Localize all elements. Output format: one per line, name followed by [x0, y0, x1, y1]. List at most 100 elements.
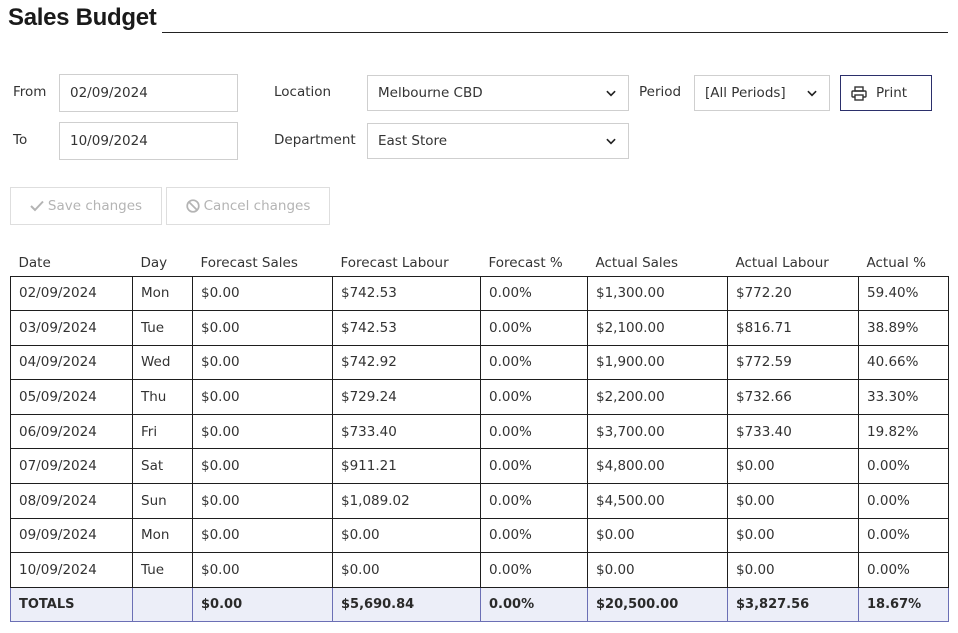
- column-header-actual-sales: Actual Sales: [595, 254, 679, 271]
- totals-actual-pct: 18.67%: [858, 586, 949, 623]
- cell-actual-labour: $733.40: [727, 413, 859, 450]
- cell-forecast-sales[interactable]: $0.00: [192, 413, 333, 450]
- cell-date: 06/09/2024: [10, 413, 133, 450]
- cell-forecast-labour: $742.92: [332, 344, 481, 381]
- cell-actual-sales: $3,700.00: [587, 413, 728, 450]
- period-select[interactable]: [All Periods]: [694, 75, 830, 111]
- cell-forecast-labour: $742.53: [332, 310, 481, 346]
- cell-day: Sat: [132, 448, 193, 485]
- ban-icon: [185, 199, 200, 213]
- cell-day: Tue: [132, 310, 193, 346]
- cell-date: 08/09/2024: [10, 483, 133, 519]
- cell-actual-pct: 59.40%: [858, 275, 949, 312]
- department-select[interactable]: East Store: [367, 123, 629, 159]
- cell-forecast-pct: 0.00%: [480, 517, 588, 554]
- cell-day: Thu: [132, 379, 193, 415]
- from-label: From: [13, 84, 47, 100]
- cell-actual-labour: $0.00: [727, 552, 859, 588]
- cell-forecast-sales[interactable]: $0.00: [192, 310, 333, 346]
- table-row: 06/09/2024 Fri $0.00 $733.40 0.00% $3,70…: [10, 413, 949, 450]
- cell-forecast-sales[interactable]: $0.00: [192, 379, 333, 415]
- cancel-changes-button[interactable]: Cancel changes: [166, 187, 330, 225]
- cell-forecast-pct: 0.00%: [480, 483, 588, 519]
- cell-actual-sales: $2,100.00: [587, 310, 728, 346]
- cell-forecast-labour: $729.24: [332, 379, 481, 415]
- cancel-changes-label: Cancel changes: [203, 198, 311, 214]
- cell-forecast-labour: $1,089.02: [332, 483, 481, 519]
- cell-actual-labour: $732.66: [727, 379, 859, 415]
- cell-forecast-sales[interactable]: $0.00: [192, 517, 333, 554]
- cell-actual-sales: $1,900.00: [587, 344, 728, 381]
- totals-day: [132, 586, 193, 623]
- table-row: 04/09/2024 Wed $0.00 $742.92 0.00% $1,90…: [10, 344, 949, 381]
- cell-forecast-labour: $742.53: [332, 275, 481, 312]
- location-select[interactable]: Melbourne CBD: [367, 75, 629, 111]
- cell-day: Mon: [132, 275, 193, 312]
- cell-actual-pct: 38.89%: [858, 310, 949, 346]
- column-header-day: Day: [140, 254, 168, 271]
- cell-actual-pct: 0.00%: [858, 517, 949, 554]
- cell-forecast-pct: 0.00%: [480, 344, 588, 381]
- cell-date: 07/09/2024: [10, 448, 133, 485]
- to-date-input[interactable]: 10/09/2024: [59, 122, 238, 160]
- table-row: 03/09/2024 Tue $0.00 $742.53 0.00% $2,10…: [10, 310, 949, 346]
- cell-forecast-pct: 0.00%: [480, 448, 588, 485]
- column-header-date: Date: [18, 254, 51, 271]
- totals-actual-labour: $3,827.56: [727, 586, 859, 623]
- cell-forecast-pct: 0.00%: [480, 413, 588, 450]
- cell-date: 03/09/2024: [10, 310, 133, 346]
- totals-forecast-sales: $0.00: [192, 586, 333, 623]
- cell-actual-labour: $816.71: [727, 310, 859, 346]
- cell-actual-sales: $0.00: [587, 517, 728, 554]
- column-header-actual-pct: Actual %: [866, 254, 926, 271]
- table-row: 08/09/2024 Sun $0.00 $1,089.02 0.00% $4,…: [10, 483, 949, 519]
- cell-day: Tue: [132, 552, 193, 588]
- print-button[interactable]: Print: [840, 75, 932, 111]
- from-date-input[interactable]: 02/09/2024: [59, 74, 238, 112]
- cell-date: 09/09/2024: [10, 517, 133, 554]
- cell-actual-sales: $4,500.00: [587, 483, 728, 519]
- totals-label: TOTALS: [10, 586, 133, 623]
- column-header-forecast-pct: Forecast %: [488, 254, 563, 271]
- cell-forecast-sales[interactable]: $0.00: [192, 344, 333, 381]
- cell-date: 02/09/2024: [10, 275, 133, 312]
- cell-date: 04/09/2024: [10, 344, 133, 381]
- cell-day: Sun: [132, 483, 193, 519]
- printer-icon: [851, 85, 867, 101]
- cell-forecast-pct: 0.00%: [480, 552, 588, 588]
- page-title: Sales Budget: [8, 4, 157, 31]
- check-icon: [30, 200, 44, 212]
- period-label: Period: [639, 84, 682, 100]
- cell-date: 05/09/2024: [10, 379, 133, 415]
- print-button-label: Print: [876, 85, 908, 101]
- table-row: 07/09/2024 Sat $0.00 $911.21 0.00% $4,80…: [10, 448, 949, 485]
- save-changes-button[interactable]: Save changes: [10, 187, 162, 225]
- cell-forecast-sales[interactable]: $0.00: [192, 275, 333, 312]
- cell-forecast-sales[interactable]: $0.00: [192, 448, 333, 485]
- cell-actual-labour: $0.00: [727, 483, 859, 519]
- column-header-forecast-labour: Forecast Labour: [340, 254, 449, 271]
- cell-forecast-labour: $911.21: [332, 448, 481, 485]
- cell-actual-pct: 0.00%: [858, 448, 949, 485]
- cell-forecast-labour: $733.40: [332, 413, 481, 450]
- cell-actual-sales: $2,200.00: [587, 379, 728, 415]
- cell-forecast-pct: 0.00%: [480, 310, 588, 346]
- cell-actual-labour: $772.20: [727, 275, 859, 312]
- cell-date: 10/09/2024: [10, 552, 133, 588]
- cell-forecast-sales[interactable]: $0.00: [192, 483, 333, 519]
- from-date-value: 02/09/2024: [70, 85, 148, 101]
- cell-actual-labour: $0.00: [727, 517, 859, 554]
- title-underline: [162, 32, 948, 33]
- chevron-down-icon: [606, 136, 616, 146]
- cell-actual-pct: 40.66%: [858, 344, 949, 381]
- column-header-actual-labour: Actual Labour: [735, 254, 829, 271]
- column-header-forecast-sales: Forecast Sales: [200, 254, 298, 271]
- cell-forecast-sales[interactable]: $0.00: [192, 552, 333, 588]
- cell-actual-labour: $0.00: [727, 448, 859, 485]
- totals-forecast-pct: 0.00%: [480, 586, 588, 623]
- period-value: [All Periods]: [705, 85, 786, 101]
- cell-actual-pct: 0.00%: [858, 483, 949, 519]
- cell-day: Mon: [132, 517, 193, 554]
- chevron-down-icon: [606, 88, 616, 98]
- cell-forecast-labour: $0.00: [332, 552, 481, 588]
